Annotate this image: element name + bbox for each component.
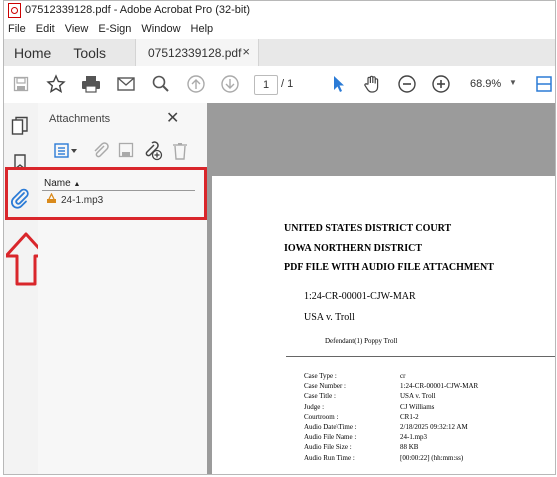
navigation-rail xyxy=(4,103,48,474)
doc-divider xyxy=(286,356,555,357)
detail-value: cr xyxy=(400,372,406,380)
detail-key: Case Number : xyxy=(304,382,346,391)
previous-page-icon[interactable] xyxy=(186,74,206,94)
attachments-toolbar xyxy=(48,141,198,163)
document-tab-label: 07512339128.pdf xyxy=(148,45,242,60)
hand-tool-icon[interactable] xyxy=(362,74,382,94)
detail-value: 2/18/2025 09:32:12 AM xyxy=(400,422,468,431)
delete-attachment-icon[interactable] xyxy=(172,142,188,165)
options-menu-icon[interactable] xyxy=(54,143,78,164)
red-highlight-box xyxy=(5,167,207,220)
tab-tools[interactable]: Tools xyxy=(73,45,106,61)
next-page-icon[interactable] xyxy=(220,74,240,94)
detail-row: Judge : CJ Williams xyxy=(304,403,478,413)
detail-key: Judge : xyxy=(304,402,325,411)
doc-heading-court: UNITED STATES DISTRICT COURT xyxy=(284,223,452,234)
bookmark-star-icon[interactable] xyxy=(46,74,66,94)
page-number-input[interactable]: 1 xyxy=(254,75,278,95)
doc-heading-pdf: PDF FILE WITH AUDIO FILE ATTACHMENT xyxy=(284,262,494,273)
detail-row: Case Type : cr xyxy=(304,372,478,382)
print-icon[interactable] xyxy=(81,74,101,94)
menu-esign[interactable]: E-Sign xyxy=(98,23,131,35)
pdf-file-icon xyxy=(8,2,21,18)
zoom-level[interactable]: 68.9% xyxy=(470,78,501,90)
pdf-page: UNITED STATES DISTRICT COURT IOWA NORTHE… xyxy=(212,176,555,474)
doc-defendant: Defendant(1) Poppy Troll xyxy=(325,337,398,345)
doc-caption: USA v. Troll xyxy=(304,312,355,323)
menu-file[interactable]: File xyxy=(8,23,26,35)
document-view[interactable]: UNITED STATES DISTRICT COURT IOWA NORTHE… xyxy=(207,103,555,474)
close-tab-icon[interactable]: × xyxy=(242,44,250,59)
doc-heading-district: IOWA NORTHERN DISTRICT xyxy=(284,243,423,254)
detail-value: 88 KB xyxy=(400,443,419,452)
open-attachment-icon[interactable] xyxy=(92,142,110,165)
detail-key: Case Type : xyxy=(304,372,337,380)
detail-key: Audio Date\Time : xyxy=(304,422,357,431)
detail-value: USA v. Troll xyxy=(400,392,436,401)
save-attachment-icon[interactable] xyxy=(118,142,134,163)
close-panel-icon[interactable]: ✕ xyxy=(166,108,179,128)
detail-row: Case Title : USA v. Troll xyxy=(304,392,478,402)
acrobat-window: 07512339128.pdf - Adobe Acrobat Pro (32-… xyxy=(3,0,556,475)
fit-page-icon[interactable] xyxy=(534,74,554,94)
zoom-out-icon[interactable] xyxy=(397,74,417,94)
window-title: 07512339128.pdf - Adobe Acrobat Pro (32-… xyxy=(25,4,251,16)
add-attachment-icon[interactable] xyxy=(143,141,163,166)
detail-value: CJ Williams xyxy=(400,402,435,411)
zoom-in-icon[interactable] xyxy=(431,74,451,94)
detail-row: Audio File Name : 24-1.mp3 xyxy=(304,433,478,443)
detail-row: Audio File Size : 88 KB xyxy=(304,443,478,453)
detail-value: 24-1.mp3 xyxy=(400,433,428,442)
select-cursor-icon[interactable] xyxy=(328,74,348,94)
tab-document[interactable]: 07512339128.pdf × xyxy=(135,39,259,66)
page-total: / 1 xyxy=(281,78,294,90)
case-details: Case Type : cr Case Number : 1:24-CR-00001… xyxy=(304,372,478,464)
detail-row: Audio Date\Time : 2/18/2025 09:32:12 AM xyxy=(304,423,478,433)
attachments-panel: Attachments ✕ Name ▲ 24-1.mp3 xyxy=(38,103,208,474)
detail-key: Audio File Name : xyxy=(304,433,357,442)
attachments-title: Attachments xyxy=(49,113,111,125)
detail-value: CR1-2 xyxy=(400,412,419,421)
main-toolbar: 1 / 1 68.9% ▼ xyxy=(4,66,555,104)
detail-row: Case Number : 1:24-CR-00001-CJW-MAR xyxy=(304,382,478,392)
menu-window[interactable]: Window xyxy=(141,23,180,35)
tab-bar: Home Tools 07512339128.pdf × xyxy=(4,39,555,66)
title-bar: 07512339128.pdf - Adobe Acrobat Pro (32-… xyxy=(4,1,555,19)
page-thumbnails-icon[interactable] xyxy=(11,116,29,141)
detail-value: 1:24-CR-00001-CJW-MAR xyxy=(400,382,479,391)
menu-help[interactable]: Help xyxy=(191,23,214,35)
detail-row: Audio Run Time : [00:00:22] (hh:mm:ss) xyxy=(304,454,478,464)
detail-key: Case Title : xyxy=(304,392,336,401)
doc-case-number: 1:24-CR-00001-CJW-MAR xyxy=(304,291,416,302)
detail-key: Audio File Size : xyxy=(304,443,352,452)
detail-row: Courtroom : CR1-2 xyxy=(304,413,478,423)
email-icon[interactable] xyxy=(116,74,136,94)
save-icon[interactable] xyxy=(11,74,31,94)
detail-value: [00:00:22] (hh:mm:ss) xyxy=(400,453,464,462)
detail-key: Courtroom : xyxy=(304,412,339,421)
menu-view[interactable]: View xyxy=(65,23,89,35)
tab-home[interactable]: Home xyxy=(14,45,51,61)
search-icon[interactable] xyxy=(151,74,171,94)
menu-bar: File Edit View E-Sign Window Help xyxy=(4,19,555,39)
detail-key: Audio Run Time : xyxy=(304,453,355,462)
zoom-dropdown-icon[interactable]: ▼ xyxy=(509,78,517,87)
menu-edit[interactable]: Edit xyxy=(36,23,55,35)
